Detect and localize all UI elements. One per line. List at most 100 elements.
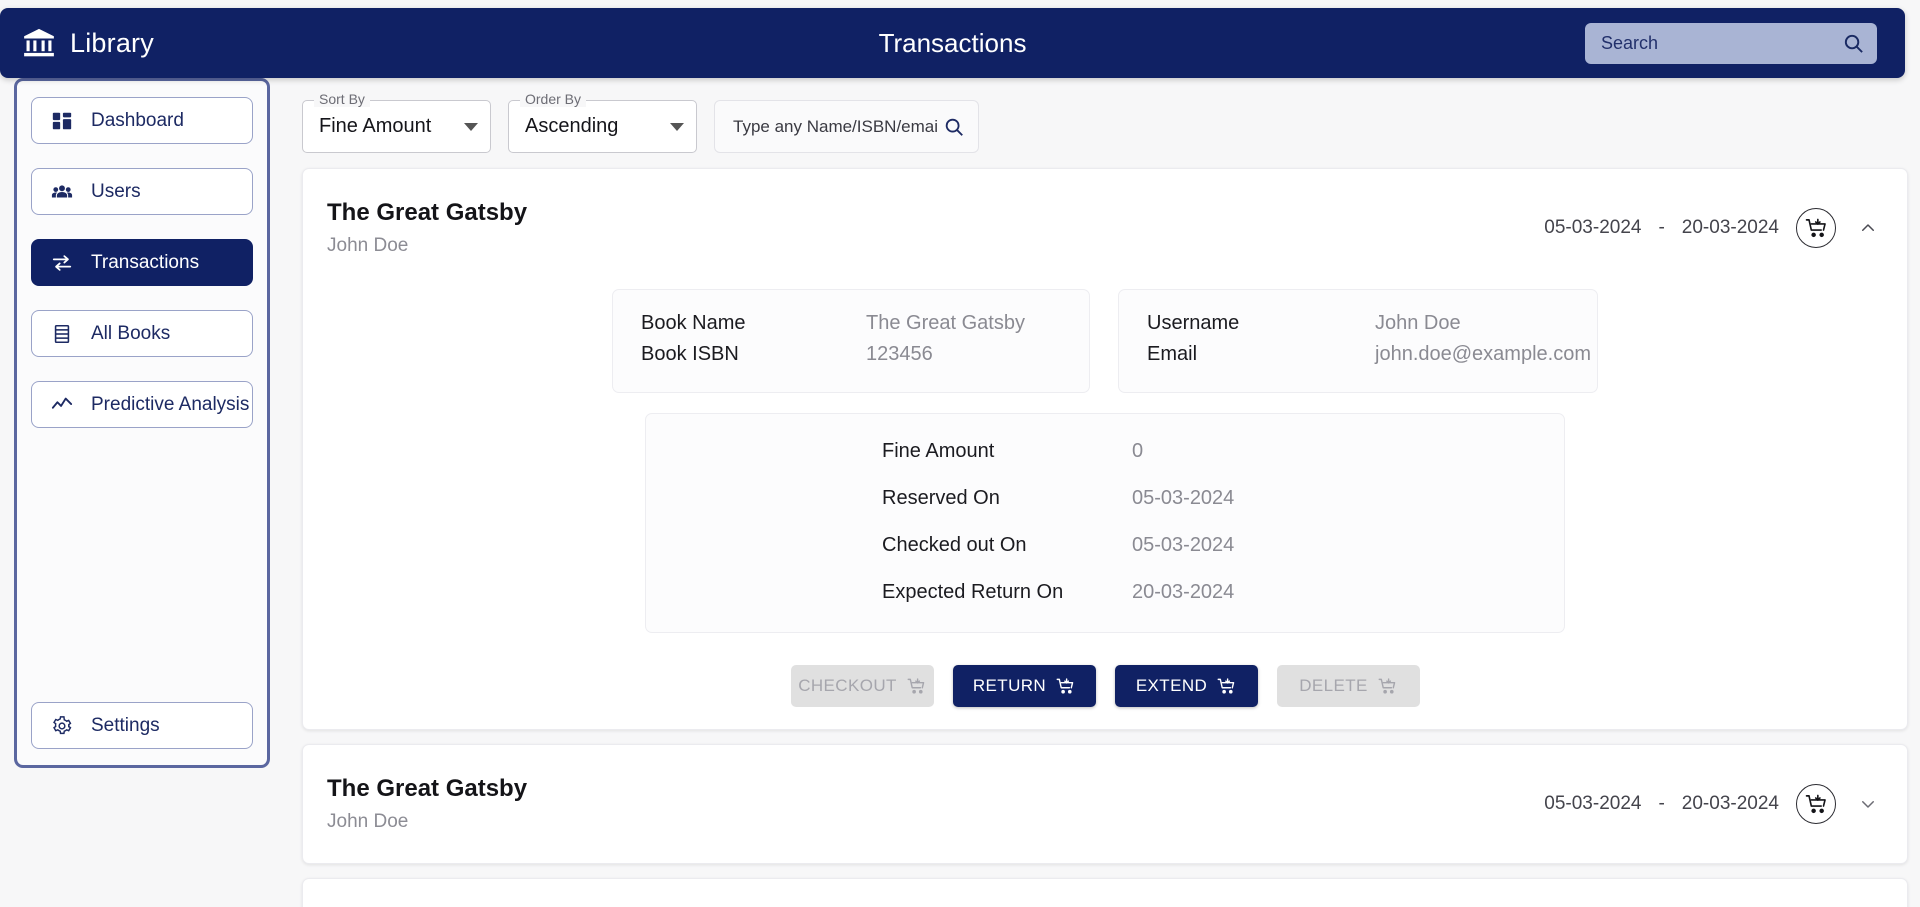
cart-download-icon	[1805, 793, 1828, 816]
search-icon[interactable]	[943, 116, 965, 138]
transaction-card: The Great Gatsby John Doe 05-03-2024 - 2…	[302, 744, 1908, 864]
transaction-card: The Great Gatsby John Doe 05-03-2024 - 2…	[302, 168, 1908, 730]
chevron-down-icon	[670, 122, 684, 131]
stat-row: Fine Amount 0	[646, 440, 1564, 463]
delete-button[interactable]: DELETE	[1276, 665, 1420, 707]
filter-search[interactable]	[714, 100, 979, 153]
header-search-input[interactable]	[1601, 33, 1842, 54]
transaction-book-title: The Great Gatsby	[327, 199, 528, 226]
detail-row: Username John Doe	[1147, 312, 1569, 335]
transaction-book-title: The Great Gatsby	[327, 775, 528, 802]
date-separator: -	[1658, 793, 1665, 814]
checked-out-on-value: 05-03-2024	[1132, 534, 1235, 556]
main-content: Sort By Fine Amount Order By Ascending T…	[290, 78, 1920, 907]
book-name-label: Book Name	[641, 312, 746, 334]
sort-by-label: Sort By	[314, 91, 370, 107]
date-separator: -	[1658, 217, 1665, 238]
cart-download-icon	[907, 677, 926, 696]
return-button[interactable]: RETURN	[952, 665, 1096, 707]
users-icon	[51, 181, 73, 203]
sidebar-item-label: Transactions	[91, 251, 200, 273]
username-label: Username	[1147, 312, 1240, 334]
transaction-start-date: 05-03-2024	[1544, 793, 1642, 814]
transaction-end-date: 20-03-2024	[1681, 217, 1779, 238]
transaction-list: The Great Gatsby John Doe 05-03-2024 - 2…	[290, 168, 1920, 907]
sidebar: Dashboard Users Transactions All Books P…	[14, 78, 270, 768]
sort-by-value: Fine Amount	[319, 115, 432, 137]
order-by-select[interactable]: Order By Ascending	[508, 91, 697, 153]
transaction-summary: The Great Gatsby John Doe	[327, 199, 1544, 257]
book-name-value: The Great Gatsby	[866, 312, 1025, 334]
filter-search-input[interactable]	[733, 116, 937, 137]
sidebar-item-dashboard[interactable]: Dashboard	[31, 97, 253, 144]
book-isbn-label: Book ISBN	[641, 343, 739, 365]
search-icon	[1842, 32, 1865, 55]
transaction-meta: 05-03-2024 - 20-03-2024	[1544, 784, 1883, 824]
filter-toolbar: Sort By Fine Amount Order By Ascending	[290, 78, 1920, 168]
brand: Library	[22, 26, 154, 60]
book-isbn-value: 123456	[866, 343, 933, 365]
extend-button[interactable]: EXTEND	[1114, 665, 1258, 707]
stat-row: Expected Return On 20-03-2024	[646, 581, 1564, 604]
brand-name: Library	[70, 27, 154, 58]
email-value: john.doe@example.com	[1375, 343, 1591, 365]
checkout-button-label: CHECKOUT	[798, 676, 897, 695]
detail-row: Book ISBN 123456	[641, 343, 1061, 366]
cart-download-icon	[1056, 677, 1075, 696]
book-detail-panel: Book Name The Great Gatsby Book ISBN 123…	[612, 289, 1090, 393]
sidebar-item-label: Users	[91, 180, 141, 202]
detail-row: Book Name The Great Gatsby	[641, 312, 1061, 335]
sidebar-item-all-books[interactable]: All Books	[31, 310, 253, 357]
transaction-actions: CHECKOUT RETURN EXTEND DELETE	[327, 665, 1883, 707]
cart-download-icon	[1378, 677, 1397, 696]
detail-row: Email john.doe@example.com	[1147, 343, 1591, 366]
transaction-card-body: Book Name The Great Gatsby Book ISBN 123…	[303, 289, 1907, 729]
stat-row: Reserved On 05-03-2024	[646, 487, 1564, 510]
return-button-label: RETURN	[972, 676, 1047, 695]
chevron-down-icon	[1859, 795, 1877, 813]
cart-status-button[interactable]	[1796, 784, 1836, 824]
cart-status-button[interactable]	[1796, 208, 1836, 248]
sidebar-item-users[interactable]: Users	[31, 168, 253, 215]
expand-toggle[interactable]	[1853, 789, 1883, 819]
transaction-card-header[interactable]: The Great Gatsby John Doe 05-03-2024 - 2…	[303, 879, 1907, 907]
email-label: Email	[1147, 343, 1198, 365]
reserved-on-label: Reserved On	[882, 487, 1000, 509]
reserved-on-value: 05-03-2024	[1132, 487, 1235, 509]
fine-amount-value: 0	[1132, 440, 1144, 462]
expected-return-on-value: 20-03-2024	[1132, 581, 1235, 603]
sidebar-item-predictive-analysis[interactable]: Predictive Analysis	[31, 381, 253, 428]
cart-download-icon	[1805, 217, 1828, 240]
transaction-stats-panel: Fine Amount 0 Reserved On 05-03-2024 Che…	[645, 413, 1565, 633]
order-by-value: Ascending	[525, 115, 619, 137]
sort-by-select[interactable]: Sort By Fine Amount	[302, 91, 491, 153]
transaction-meta: 05-03-2024 - 20-03-2024	[1544, 208, 1883, 248]
transaction-start-date: 05-03-2024	[1544, 217, 1642, 238]
transaction-card: The Great Gatsby John Doe 05-03-2024 - 2…	[302, 878, 1908, 907]
sidebar-item-label: Dashboard	[91, 109, 184, 131]
cart-download-icon	[1217, 677, 1236, 696]
collapse-toggle[interactable]	[1853, 213, 1883, 243]
detail-panels: Book Name The Great Gatsby Book ISBN 123…	[327, 289, 1883, 393]
transaction-user-name: John Doe	[327, 811, 409, 832]
app-header: Library Transactions	[0, 8, 1905, 78]
header-search[interactable]	[1585, 23, 1877, 64]
transaction-user-name: John Doe	[327, 235, 409, 256]
transaction-card-header[interactable]: The Great Gatsby John Doe 05-03-2024 - 2…	[303, 169, 1907, 287]
sidebar-item-settings[interactable]: Settings	[31, 702, 253, 749]
sidebar-item-transactions[interactable]: Transactions	[31, 239, 253, 286]
fine-amount-label: Fine Amount	[882, 440, 995, 462]
transaction-card-header[interactable]: The Great Gatsby John Doe 05-03-2024 - 2…	[303, 745, 1907, 863]
checkout-button[interactable]: CHECKOUT	[790, 665, 934, 707]
transactions-swap-icon	[51, 252, 73, 274]
expected-return-on-label: Expected Return On	[882, 581, 1064, 603]
trendline-icon	[51, 394, 73, 416]
sidebar-item-label: Predictive Analysis	[91, 393, 250, 415]
sidebar-item-label: All Books	[91, 322, 171, 344]
user-detail-panel: Username John Doe Email john.doe@example…	[1118, 289, 1598, 393]
username-value: John Doe	[1375, 312, 1461, 334]
stat-row: Checked out On 05-03-2024	[646, 534, 1564, 557]
transaction-summary: The Great Gatsby John Doe	[327, 775, 1544, 833]
transaction-end-date: 20-03-2024	[1681, 793, 1779, 814]
